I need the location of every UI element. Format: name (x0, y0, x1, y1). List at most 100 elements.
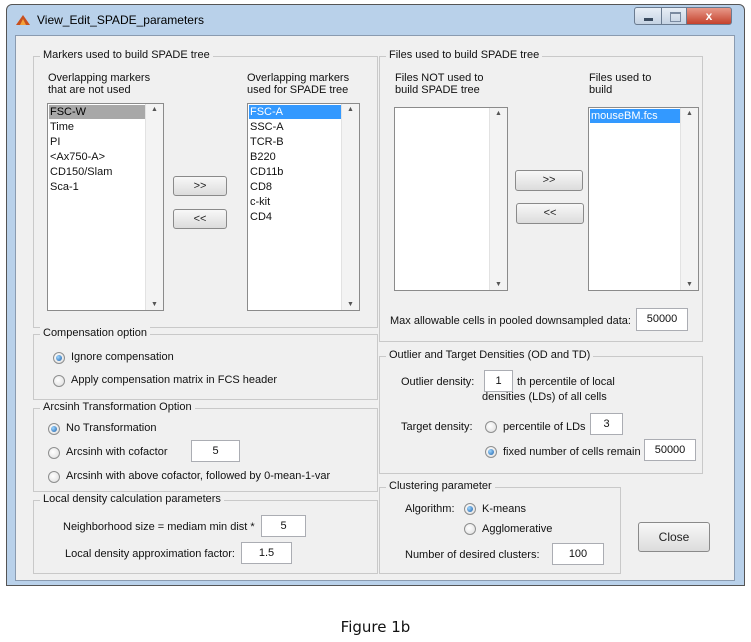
algorithm-label: Algorithm: (405, 503, 455, 515)
apply-compensation-label[interactable]: Apply compensation matrix in FCS header (71, 374, 277, 386)
compensation-group-title: Compensation option (40, 327, 150, 339)
markers-group-title: Markers used to build SPADE tree (40, 49, 213, 61)
list-item[interactable]: CD150/Slam (49, 165, 145, 179)
maximize-icon (670, 12, 681, 22)
unused-files-listbox[interactable]: ▲ ▼ (394, 107, 508, 291)
list-item[interactable]: PI (49, 135, 145, 149)
arcsinh-cofactor-label[interactable]: Arcsinh with cofactor (66, 446, 167, 458)
used-files-listbox[interactable]: ▲ ▼ mouseBM.fcs (588, 107, 699, 291)
neighborhood-size-input[interactable]: 5 (261, 515, 306, 537)
list-item[interactable]: Sca-1 (49, 180, 145, 194)
fixed-cells-input[interactable]: 50000 (644, 439, 696, 461)
list-item[interactable]: Time (49, 120, 145, 134)
close-window-button[interactable]: x (686, 7, 732, 25)
arcsinh-group-title: Arcsinh Transformation Option (40, 401, 195, 413)
used-markers-header: Overlapping markers used for SPADE tree (247, 72, 350, 96)
remove-file-button[interactable]: << (516, 203, 584, 224)
dialog-client-area: Markers used to build SPADE tree Overlap… (15, 35, 735, 581)
clustering-group-title: Clustering parameter (386, 480, 495, 492)
agglomerative-radio[interactable] (464, 523, 476, 535)
outlier-suffix-2: densities (LDs) of all cells (482, 391, 607, 403)
arcsinh-normalized-label[interactable]: Arcsinh with above cofactor, followed by… (66, 470, 330, 482)
scrollbar[interactable]: ▲ ▼ (341, 104, 359, 310)
clustering-group: Clustering parameter Algorithm: K-means … (379, 480, 621, 574)
window-title: View_Edit_SPADE_parameters (37, 13, 204, 27)
outlier-density-input[interactable]: 1 (484, 370, 513, 392)
local-density-group-title: Local density calculation parameters (40, 493, 224, 505)
scrollbar[interactable]: ▲ ▼ (680, 108, 698, 290)
approximation-factor-input[interactable]: 1.5 (241, 542, 292, 564)
arcsinh-normalized-radio[interactable] (48, 471, 60, 483)
ignore-compensation-label[interactable]: Ignore compensation (71, 351, 174, 363)
list-item[interactable]: CD11b (249, 165, 341, 179)
max-cells-input[interactable]: 50000 (636, 308, 688, 331)
clusters-input[interactable]: 100 (552, 543, 604, 565)
kmeans-label[interactable]: K-means (482, 503, 526, 515)
scrollbar[interactable]: ▲ ▼ (145, 104, 163, 310)
kmeans-radio[interactable] (464, 503, 476, 515)
scroll-down-icon[interactable]: ▼ (151, 301, 158, 308)
files-group-title: Files used to build SPADE tree (386, 49, 543, 61)
ignore-compensation-radio[interactable] (53, 352, 65, 364)
scroll-down-icon[interactable]: ▼ (495, 281, 502, 288)
unused-markers-listbox[interactable]: ▲ ▼ FSC-W Time PI <Ax750-A> CD150/Slam Sca-1 (47, 103, 164, 311)
unused-markers-header: Overlapping markers that are not used (48, 72, 151, 96)
scrollbar[interactable]: ▲ ▼ (489, 108, 507, 290)
densities-group: Outlier and Target Densities (OD and TD)… (379, 349, 703, 474)
target-density-label: Target density: (401, 421, 473, 433)
matlab-icon (16, 15, 30, 25)
arcsinh-group: Arcsinh Transformation Option No Transfo… (33, 401, 378, 492)
compensation-group: Compensation option Ignore compensation … (33, 327, 378, 400)
list-item[interactable]: c-kit (249, 195, 341, 209)
unused-files-header: Files NOT used to build SPADE tree (395, 72, 484, 96)
list-item[interactable]: mouseBM.fcs (590, 109, 680, 123)
minimize-button[interactable] (634, 7, 662, 25)
close-button[interactable]: Close (638, 522, 710, 552)
outlier-suffix-1: th percentile of local (517, 376, 615, 388)
figure-caption: Figure 1b (340, 618, 411, 636)
list-item[interactable]: SSC-A (249, 120, 341, 134)
scroll-up-icon[interactable]: ▲ (347, 106, 354, 113)
agglomerative-label[interactable]: Agglomerative (482, 523, 552, 535)
used-markers-listbox[interactable]: ▲ ▼ FSC-A SSC-A TCR-B B220 CD11b CD8 c-kit CD4 (247, 103, 360, 311)
percentile-input[interactable]: 3 (590, 413, 623, 435)
no-transformation-label[interactable]: No Transformation (66, 422, 156, 434)
list-item[interactable]: B220 (249, 150, 341, 164)
fixed-cells-radio[interactable] (485, 446, 497, 458)
clusters-label: Number of desired clusters: (405, 549, 540, 561)
approximation-factor-label: Local density approximation factor: (65, 548, 235, 560)
add-file-button[interactable]: >> (515, 170, 583, 191)
local-density-group: Local density calculation parameters Nei… (33, 493, 378, 574)
outlier-density-label: Outlier density: (401, 376, 475, 388)
list-item[interactable]: CD8 (249, 180, 341, 194)
densities-group-title: Outlier and Target Densities (OD and TD) (386, 349, 594, 361)
title-bar[interactable]: View_Edit_SPADE_parameters x (7, 5, 744, 35)
arcsinh-cofactor-radio[interactable] (48, 447, 60, 459)
list-item[interactable]: TCR-B (249, 135, 341, 149)
files-group: Files used to build SPADE tree Files NOT… (379, 49, 703, 342)
minimize-icon (644, 18, 653, 21)
list-item[interactable]: FSC-A (249, 105, 341, 119)
scroll-up-icon[interactable]: ▲ (686, 110, 693, 117)
cofactor-input[interactable]: 5 (191, 440, 240, 462)
remove-marker-button[interactable]: << (173, 209, 227, 229)
scroll-down-icon[interactable]: ▼ (347, 301, 354, 308)
neighborhood-size-label: Neighborhood size = mediam min dist * (63, 521, 255, 533)
no-transformation-radio[interactable] (48, 423, 60, 435)
list-item[interactable]: CD4 (249, 210, 341, 224)
apply-compensation-radio[interactable] (53, 375, 65, 387)
dialog-window: View_Edit_SPADE_parameters x Markers use… (6, 4, 745, 586)
maximize-button[interactable] (661, 7, 687, 25)
markers-group: Markers used to build SPADE tree Overlap… (33, 49, 378, 328)
fixed-cells-label[interactable]: fixed number of cells remain (503, 446, 641, 458)
add-marker-button[interactable]: >> (173, 176, 227, 196)
scroll-up-icon[interactable]: ▲ (151, 106, 158, 113)
scroll-up-icon[interactable]: ▲ (495, 110, 502, 117)
percentile-label[interactable]: percentile of LDs (503, 421, 586, 433)
list-item[interactable]: FSC-W (49, 105, 145, 119)
max-cells-label: Max allowable cells in pooled downsample… (390, 315, 631, 327)
percentile-radio[interactable] (485, 421, 497, 433)
list-item[interactable]: <Ax750-A> (49, 150, 145, 164)
close-icon: x (705, 9, 713, 23)
scroll-down-icon[interactable]: ▼ (686, 281, 693, 288)
